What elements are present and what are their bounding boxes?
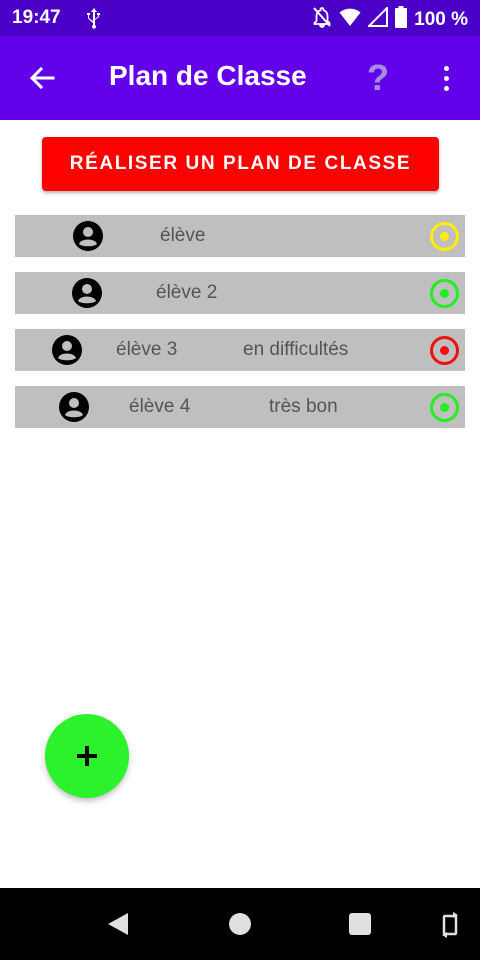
page-title: Plan de Classe — [109, 60, 307, 91]
add-student-button[interactable] — [45, 714, 129, 798]
avatar-icon — [72, 278, 102, 308]
usb-icon — [86, 7, 102, 34]
avatar-icon — [59, 392, 89, 422]
student-name: élève 4 — [129, 396, 191, 417]
status-indicator-icon[interactable] — [430, 279, 459, 308]
more-vert-icon — [443, 65, 449, 71]
notifications-off-icon — [312, 6, 332, 33]
nav-recents-icon[interactable] — [349, 913, 371, 935]
help-icon: ? — [367, 57, 389, 98]
student-name: élève 2 — [156, 282, 218, 303]
rotate-icon[interactable] — [439, 912, 461, 938]
help-button[interactable]: ? — [361, 56, 395, 100]
status-indicator-icon[interactable] — [430, 336, 459, 365]
student-note: très bon — [269, 396, 338, 417]
list-item-student-1[interactable]: élève — [15, 215, 465, 257]
list-item-student-4[interactable]: élève 4 très bon — [15, 386, 465, 428]
wifi-icon — [339, 7, 361, 32]
battery-icon — [395, 6, 408, 33]
nav-back-icon[interactable] — [106, 912, 130, 936]
add-icon — [77, 746, 97, 766]
more-vert-icon-dot — [443, 85, 449, 91]
make-seating-plan-button[interactable]: RÉALISER UN PLAN DE CLASSE — [42, 137, 439, 191]
back-arrow-icon — [29, 66, 55, 90]
app-bar: Plan de Classe ? — [0, 36, 480, 120]
nav-home-icon[interactable] — [229, 913, 251, 935]
more-options-button[interactable] — [430, 58, 462, 98]
avatar-icon — [52, 335, 82, 365]
list-item-student-3[interactable]: élève 3 en difficultés — [15, 329, 465, 371]
student-name: élève — [160, 225, 206, 246]
status-time: 19:47 — [12, 7, 61, 28]
back-button[interactable] — [22, 58, 62, 98]
student-name: élève 3 — [116, 339, 178, 360]
status-bar: 19:47 100 % — [0, 0, 480, 36]
status-indicator-icon[interactable] — [430, 222, 459, 251]
status-indicator-icon[interactable] — [430, 393, 459, 422]
student-note: en difficultés — [243, 339, 349, 360]
list-item-student-2[interactable]: élève 2 — [15, 272, 465, 314]
signal-icon — [366, 5, 389, 32]
avatar-icon — [73, 221, 103, 251]
more-vert-icon-dot — [443, 75, 449, 81]
navigation-bar — [0, 888, 480, 960]
battery-percentage: 100 % — [414, 8, 468, 30]
